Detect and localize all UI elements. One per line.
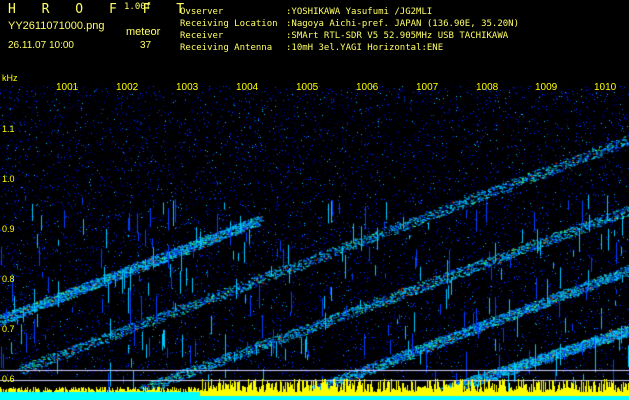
y-tick-label: 0.7: [2, 324, 15, 334]
y-tick-label: 1.1: [2, 124, 15, 134]
spectrogram-plot: [0, 70, 629, 400]
x-tick-label: 1003: [176, 82, 199, 93]
app-brand: H R O F F T: [8, 2, 194, 17]
observer-value: :YOSHIKAWA Yasufumi /JG2MLI: [286, 7, 433, 17]
x-tick-label: 1010: [594, 82, 617, 93]
receiver-value: :SMArt RTL-SDR V5 52.905MHz USB TACHIKAW…: [286, 31, 509, 41]
meteor-count: 37: [140, 40, 152, 51]
y-tick-label: 0.8: [2, 274, 15, 284]
x-tick-label: 1007: [416, 82, 439, 93]
app-version: 1.00f: [124, 2, 152, 12]
x-tick-label: 1009: [535, 82, 558, 93]
location-key: Receiving Location: [180, 19, 278, 29]
x-tick-label: 1006: [356, 82, 379, 93]
antenna-value: :10mH 3el.YAGI Horizontal:ENE: [286, 43, 444, 53]
observer-key: Ovserver: [180, 7, 224, 17]
x-tick-label: 1004: [236, 82, 259, 93]
y-tick-label: 0.9: [2, 224, 15, 234]
antenna-key: Receiving Antenna: [180, 43, 273, 53]
x-tick-label: 1008: [476, 82, 499, 93]
y-axis-unit: kHz: [2, 73, 18, 83]
x-tick-label: 1005: [296, 82, 319, 93]
x-tick-label: 1001: [56, 82, 79, 93]
y-tick-label: 1.0: [2, 174, 15, 184]
mode-label: meteor: [126, 26, 161, 38]
hroff-spectrogram-window: H R O F F T 1.00f YY2611071000.png meteo…: [0, 0, 629, 400]
timestamp: 26.11.07 10:00: [8, 40, 74, 51]
location-value: :Nagoya Aichi-pref. JAPAN (136.90E, 35.2…: [286, 19, 519, 29]
receiver-key: Receiver: [180, 31, 224, 41]
x-tick-label: 1002: [116, 82, 139, 93]
image-filename: YY2611071000.png: [8, 20, 105, 32]
y-tick-label: 0.6: [2, 374, 15, 384]
